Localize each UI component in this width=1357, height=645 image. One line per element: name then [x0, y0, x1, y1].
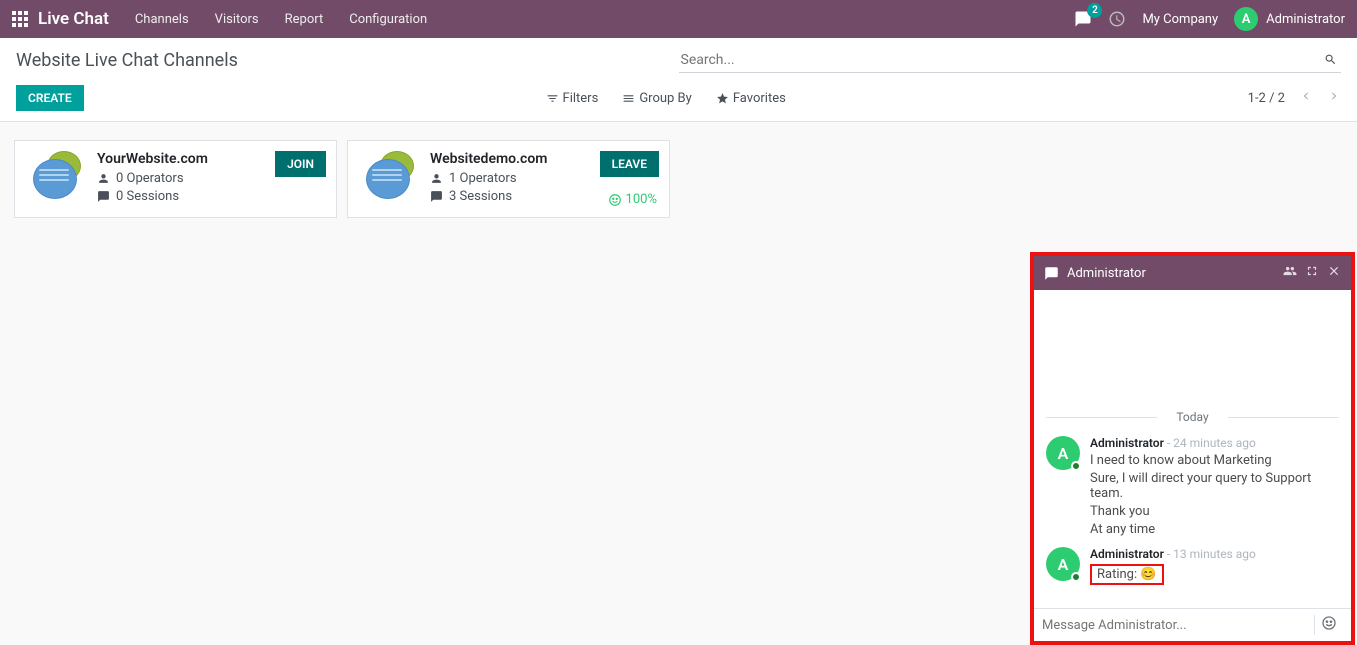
favorites-button[interactable]: Favorites — [716, 91, 786, 106]
apps-icon[interactable] — [12, 11, 28, 27]
chat-input[interactable] — [1042, 618, 1314, 633]
chat-input-row — [1034, 608, 1351, 641]
page-title: Website Live Chat Channels — [16, 50, 238, 71]
favorites-label: Favorites — [733, 91, 786, 106]
kanban-view: YourWebsite.com 0 Operators 0 Sessions J… — [0, 122, 1357, 236]
pager-text: 1-2 / 2 — [1248, 91, 1285, 106]
message-avatar: A — [1046, 547, 1080, 581]
filters-label: Filters — [563, 91, 599, 106]
emoji-icon[interactable] — [1314, 615, 1343, 635]
user-menu[interactable]: A Administrator — [1234, 7, 1345, 31]
message-author: Administrator — [1090, 547, 1164, 561]
message-line: Thank you — [1090, 504, 1339, 519]
app-brand[interactable]: Live Chat — [38, 9, 109, 29]
chat-body[interactable]: Today A Administrator - 24 minutes ago I… — [1034, 290, 1351, 608]
message-group: A Administrator - 24 minutes ago I need … — [1046, 436, 1339, 537]
date-separator: Today — [1046, 410, 1339, 424]
message-line: Sure, I will direct your query to Suppor… — [1090, 471, 1339, 501]
search-icon[interactable] — [1324, 51, 1337, 70]
message-time: - 24 minutes ago — [1167, 436, 1256, 450]
channel-card[interactable]: YourWebsite.com 0 Operators 0 Sessions J… — [14, 140, 337, 218]
expand-icon[interactable] — [1305, 264, 1319, 282]
message-group: A Administrator - 13 minutes ago Rating:… — [1046, 547, 1339, 585]
chat-header[interactable]: Administrator — [1034, 256, 1351, 290]
chat-icon — [1044, 266, 1059, 281]
message-avatar: A — [1046, 436, 1080, 470]
filters-button[interactable]: Filters — [546, 91, 599, 106]
rating-emoji: 😊 — [1140, 567, 1156, 582]
message-author: Administrator — [1090, 436, 1164, 450]
pager-next[interactable] — [1327, 89, 1341, 107]
channel-icon — [27, 151, 87, 201]
rating-value: 100% — [626, 192, 657, 207]
channel-icon — [360, 151, 420, 201]
leave-button[interactable]: LEAVE — [600, 151, 659, 177]
chat-window: Administrator Today A Administrator - 24… — [1030, 252, 1355, 645]
channel-card[interactable]: Websitedemo.com 1 Operators 3 Sessions L… — [347, 140, 670, 218]
message-line: At any time — [1090, 522, 1339, 537]
nav-channels[interactable]: Channels — [135, 12, 189, 27]
search-input[interactable] — [679, 48, 1342, 72]
rating-label: Rating: — [1097, 567, 1137, 582]
create-button[interactable]: CREATE — [16, 85, 84, 111]
operators-text: 1 Operators — [449, 171, 517, 186]
messages-badge: 2 — [1087, 3, 1102, 18]
search-wrap — [679, 48, 1342, 73]
close-icon[interactable] — [1327, 264, 1341, 282]
sessions-text: 0 Sessions — [116, 189, 179, 204]
control-panel: Website Live Chat Channels CREATE Filter… — [0, 38, 1357, 122]
chat-title: Administrator — [1067, 266, 1275, 281]
sessions-text: 3 Sessions — [449, 189, 512, 204]
avatar: A — [1234, 7, 1258, 31]
activity-icon[interactable] — [1108, 10, 1126, 28]
nav-report[interactable]: Report — [285, 12, 324, 27]
message-line: I need to know about Marketing — [1090, 453, 1339, 468]
top-navbar: Live Chat Channels Visitors Report Confi… — [0, 0, 1357, 38]
company-name[interactable]: My Company — [1142, 12, 1218, 27]
members-icon[interactable] — [1283, 264, 1297, 282]
username: Administrator — [1266, 12, 1345, 27]
join-button[interactable]: JOIN — [275, 151, 326, 177]
nav-visitors[interactable]: Visitors — [215, 12, 259, 27]
groupby-label: Group By — [639, 91, 692, 106]
operators-text: 0 Operators — [116, 171, 184, 186]
message-time: - 13 minutes ago — [1167, 547, 1256, 561]
pager-prev[interactable] — [1299, 89, 1313, 107]
groupby-button[interactable]: Group By — [622, 91, 692, 106]
rating-highlight: Rating: 😊 — [1090, 564, 1164, 585]
nav-configuration[interactable]: Configuration — [349, 12, 427, 27]
messages-icon[interactable]: 2 — [1074, 10, 1092, 28]
rating-display: 100% — [608, 192, 657, 207]
